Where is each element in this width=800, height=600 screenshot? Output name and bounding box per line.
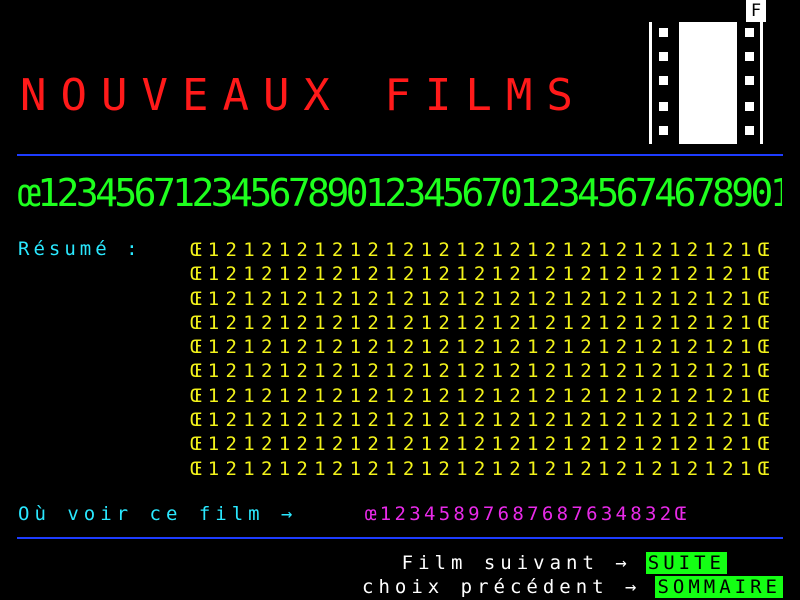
separator-bottom xyxy=(17,537,783,539)
summary-line: Œ1212121212121212121212121212121Œ xyxy=(190,457,776,480)
sommaire-key-button[interactable]: SOMMAIRE xyxy=(655,576,783,598)
summary-line: Œ1212121212121212121212121212121Œ xyxy=(190,263,776,286)
summary-line: Œ1212121212121212121212121212121Œ xyxy=(190,287,776,310)
summary-line: Œ1212121212121212121212121212121Œ xyxy=(190,433,776,456)
summary-label: Résumé : xyxy=(18,238,142,260)
where-to-watch-value: œ12345897687687634832Œ xyxy=(365,503,690,525)
previous-choice-label: choix précédent → xyxy=(362,576,642,598)
summary-text: Œ1212121212121212121212121212121Œ Œ12121… xyxy=(190,238,782,481)
next-film-label: Film suivant → xyxy=(401,552,632,574)
screen-border-left xyxy=(0,0,17,600)
summary-line: Œ1212121212121212121212121212121Œ xyxy=(190,409,776,432)
film-title: œ123456712345678901234567012345674678901… xyxy=(18,171,782,215)
summary-line: Œ1212121212121212121212121212121Œ xyxy=(190,360,776,383)
page-title: NOUVEAUX FILMS xyxy=(20,70,587,121)
previous-choice-row: choix précédent → SOMMAIRE xyxy=(362,575,783,599)
page-indicator: F xyxy=(746,0,766,22)
screen-border-right xyxy=(783,0,800,600)
next-film-row: Film suivant → SUITE xyxy=(402,551,783,575)
summary-line: Œ1212121212121212121212121212121Œ xyxy=(190,311,776,334)
separator-top xyxy=(17,154,783,156)
minitel-screen: NOUVEAUX FILMS F œ1234567123456789012345… xyxy=(0,0,800,600)
suite-key-button[interactable]: SUITE xyxy=(645,552,727,574)
summary-line: Œ1212121212121212121212121212121Œ xyxy=(190,336,776,359)
where-to-watch-label: Où voir ce film → xyxy=(18,503,298,525)
film-strip-icon xyxy=(645,22,767,144)
summary-line: Œ1212121212121212121212121212121Œ xyxy=(190,239,776,261)
summary-line: Œ1212121212121212121212121212121Œ xyxy=(190,384,776,407)
